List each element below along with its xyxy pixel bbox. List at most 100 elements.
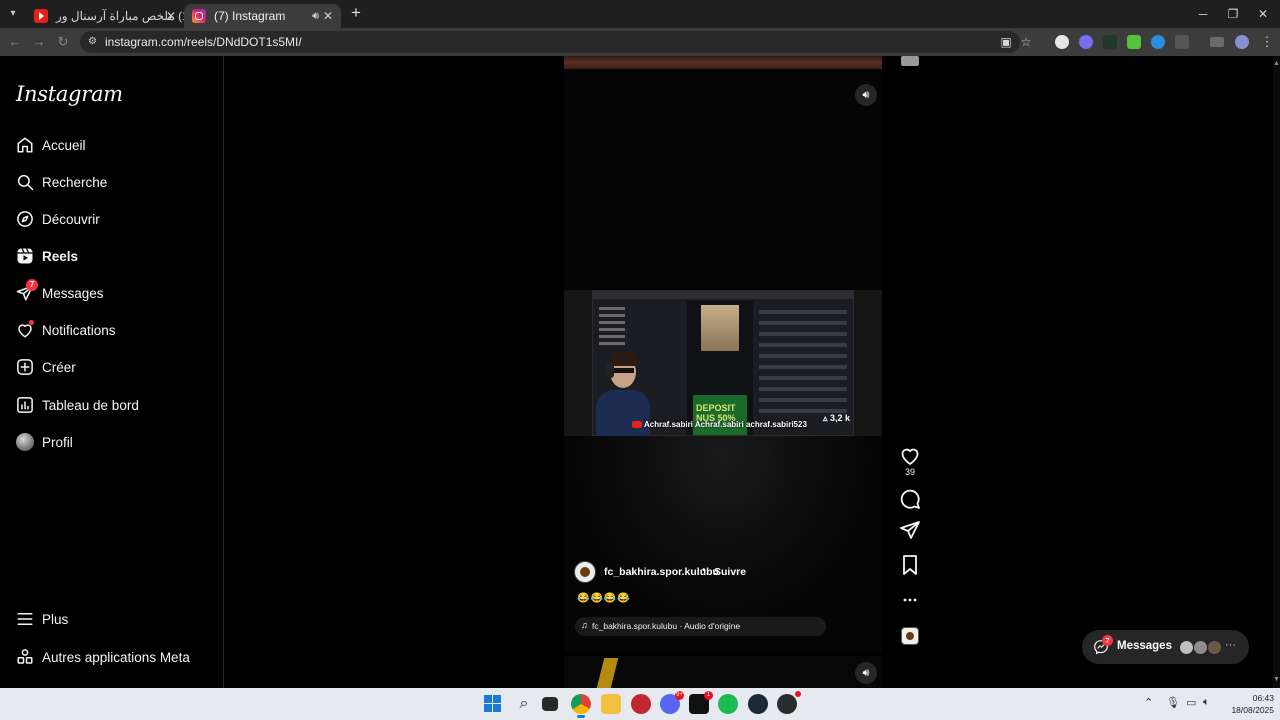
app-icon[interactable] (631, 694, 651, 714)
comment-button[interactable] (898, 487, 922, 511)
instagram-logo[interactable]: Instagram (16, 82, 123, 106)
sidebar-item-label: Tableau de bord (42, 398, 139, 413)
video-right-panel (759, 303, 847, 423)
sidebar-item-more[interactable]: Plus (16, 610, 206, 634)
install-app-icon[interactable]: ▣ (998, 35, 1014, 49)
sidebar-item-profile[interactable]: Profil (16, 433, 206, 457)
file-explorer-icon[interactable] (601, 694, 621, 714)
sidebar-item-dashboard[interactable]: Tableau de bord (16, 396, 206, 420)
save-button[interactable] (898, 553, 922, 577)
scroll-down-icon[interactable]: ▼ (1273, 676, 1280, 686)
messages-floating-button[interactable]: 7 Messages ··· (1082, 630, 1249, 664)
follow-button[interactable]: Suivre (714, 566, 746, 578)
music-note-icon: ♫ (581, 620, 588, 630)
reload-button[interactable]: ↻ (54, 33, 72, 51)
browser-toolbar: ← → ↻ ⚙ instagram.com/reels/DNdDOT1s5MI/… (0, 28, 1280, 56)
previous-reel-audio-thumbnail[interactable] (901, 56, 919, 66)
extension-icon[interactable] (1103, 35, 1117, 49)
chrome-icon[interactable] (571, 694, 591, 714)
extension-icon[interactable] (1127, 35, 1141, 49)
next-reel-video[interactable] (564, 656, 882, 688)
video-social-handles: Achraf.sabiri Achraf.sabiri achraf.sabir… (632, 420, 807, 429)
windows-start-button[interactable] (484, 695, 502, 713)
audio-thumbnail[interactable] (901, 627, 919, 645)
sidebar-item-meta-apps[interactable]: Autres applications Meta (16, 648, 206, 672)
forward-button[interactable]: → (30, 33, 48, 51)
task-view-icon[interactable] (542, 697, 558, 711)
video-views: ▵ 3,2 k (823, 413, 851, 423)
back-button[interactable]: ← (6, 33, 24, 51)
scrollbar[interactable] (1273, 56, 1280, 688)
sidebar-item-label: Messages (42, 286, 104, 301)
video-browser-bar (593, 291, 853, 299)
volume-icon[interactable]: 🔈︎ (1203, 696, 1210, 709)
site-info-icon[interactable]: ⚙ (88, 36, 100, 48)
volume-button[interactable]: 🔊︎ (855, 662, 877, 684)
microphone-icon[interactable]: 🎙︎ (1166, 696, 1180, 709)
conversation-avatar (1193, 640, 1208, 655)
like-count: 39 (904, 467, 915, 477)
streamer-glasses (612, 368, 634, 373)
close-window-button[interactable]: ✕ (1248, 4, 1278, 24)
windows-logo-icon (484, 695, 492, 703)
search-icon[interactable]: ⌕ (514, 694, 534, 714)
share-button[interactable] (898, 518, 922, 542)
volume-button[interactable]: 🔊︎ (855, 84, 877, 106)
compass-icon (17, 211, 33, 227)
steam-icon[interactable] (748, 694, 768, 714)
profile-avatar[interactable] (1235, 35, 1249, 49)
sidebar-item-messages[interactable]: 7 Messages (16, 279, 206, 308)
show-hidden-icons-icon[interactable]: ⌃ (1144, 696, 1153, 709)
extension-icon[interactable] (1079, 35, 1093, 49)
meta-apps-icon (17, 649, 33, 664)
more-options-button[interactable] (898, 588, 922, 612)
reels-icon (17, 248, 33, 264)
sidebar-item-home[interactable]: Accueil (16, 136, 206, 160)
speaker-icon[interactable]: 🔊︎ (312, 6, 319, 26)
audio-link[interactable]: ♫ fc_bakhira.spor.kulubu · Audio d'origi… (575, 617, 826, 636)
author-avatar[interactable] (574, 561, 596, 583)
close-tab-icon[interactable]: ✕ (323, 6, 333, 26)
extension-icon[interactable] (1151, 35, 1165, 49)
scroll-up-icon[interactable]: ▲ (1273, 60, 1280, 70)
extensions-puzzle-icon[interactable] (1175, 35, 1189, 49)
more-menu-icon[interactable]: ⋮ (1258, 33, 1276, 51)
close-tab-icon[interactable]: ✕ (166, 6, 176, 26)
sidebar-item-label: Notifications (42, 323, 116, 338)
discord-icon[interactable]: 9+ (660, 691, 684, 714)
app-icon[interactable] (777, 691, 801, 714)
video-overlay-text: Achraf.sabiri Achraf.sabiri achraf.sabir… (644, 420, 807, 429)
messages-badge: 7 (26, 279, 38, 291)
views-count: 3,2 k (830, 413, 851, 423)
restore-button[interactable]: ❐ (1218, 4, 1248, 24)
sidebar-item-create[interactable]: Créer (16, 358, 206, 382)
like-button[interactable] (898, 444, 922, 468)
conversation-avatar (1207, 640, 1222, 655)
new-tab-button[interactable]: + (346, 4, 366, 24)
sidebar-item-explore[interactable]: Découvrir (16, 210, 206, 234)
sidebar-item-label: Recherche (42, 175, 108, 190)
menu-icon (17, 613, 33, 625)
tab-youtube[interactable]: (18801) ملخص مباراة آرسنال ور ✕ (26, 4, 184, 28)
capcut-icon[interactable]: 1 (689, 691, 713, 714)
reel-video[interactable]: DEPOSIT NUS 50% Achraf.sabiri Achraf.sab… (564, 290, 882, 436)
sidebar-item-search[interactable]: Recherche (16, 173, 206, 197)
network-icon[interactable]: ▭ (1186, 696, 1196, 709)
bookmark-star-icon[interactable]: ☆ (1018, 35, 1034, 49)
reading-list-icon[interactable] (1210, 37, 1224, 47)
previous-reel-video[interactable] (564, 56, 882, 69)
windows-logo-icon (493, 704, 501, 712)
dashboard-icon (17, 397, 33, 413)
clock-time: 06:43 (1252, 693, 1274, 703)
video-center-column: DEPOSIT NUS 50% (687, 301, 753, 435)
sidebar-item-notifications[interactable]: Notifications (16, 320, 206, 345)
sidebar-item-reels[interactable]: Reels (16, 247, 206, 271)
minimize-button[interactable]: ─ (1188, 4, 1218, 24)
system-clock[interactable]: 06:43 18/08/2025 (1222, 692, 1274, 716)
address-bar[interactable]: ⚙ instagram.com/reels/DNdDOT1s5MI/ ▣ ☆ (80, 31, 1031, 53)
extension-icon[interactable] (1055, 35, 1069, 49)
spotify-icon[interactable] (718, 694, 738, 714)
tab-instagram[interactable]: (7) Instagram 🔊︎ ✕ (184, 4, 341, 28)
tab-search-icon[interactable]: ▾ (4, 5, 22, 23)
home-icon (17, 137, 33, 153)
